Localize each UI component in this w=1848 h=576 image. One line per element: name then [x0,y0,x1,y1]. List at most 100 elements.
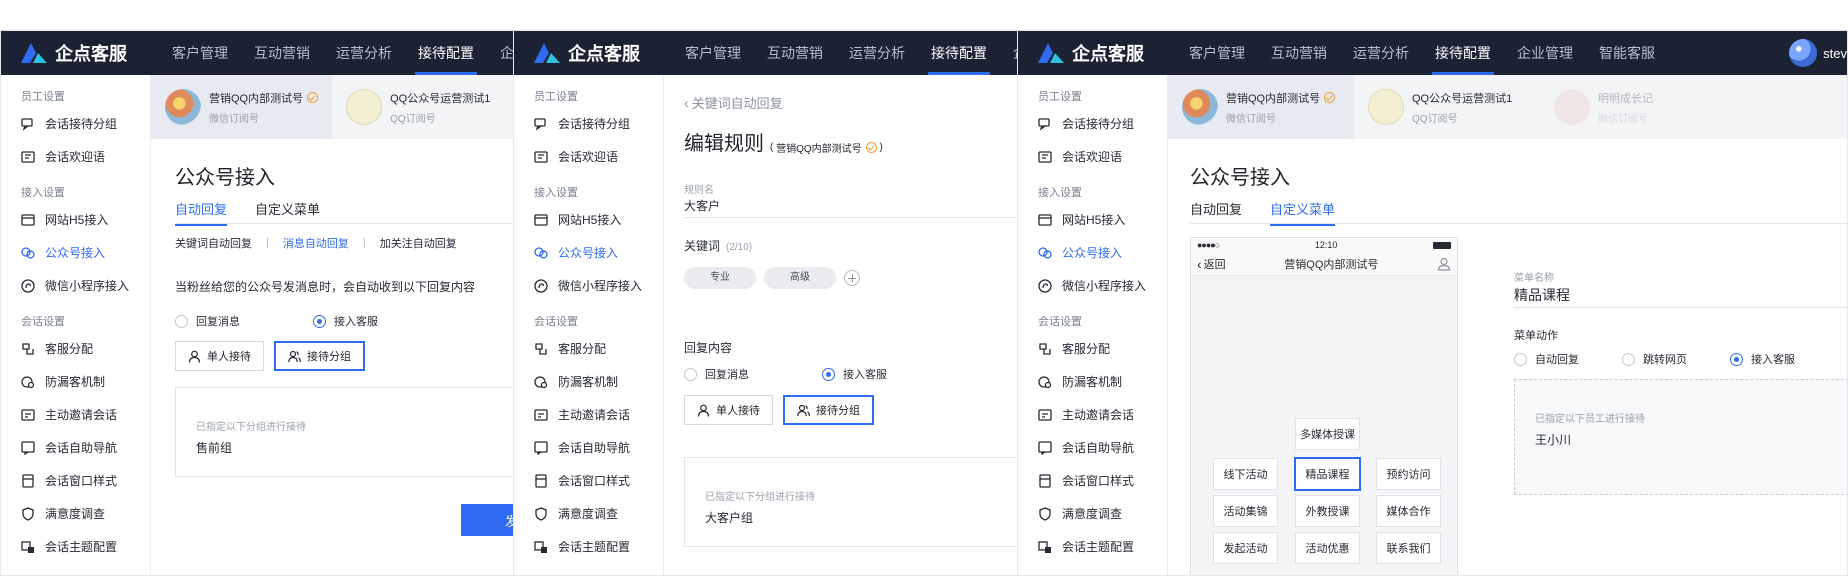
submenu-item-selected[interactable]: 精品课程 [1294,457,1361,491]
sidebar-item-self-navigation[interactable]: 会话自助导航 [1,431,150,464]
assigned-staff-box[interactable]: 已指定以下员工进行接待 王小川 [1514,379,1847,495]
sidebar-item-reception-group[interactable]: 会话接待分组 [1,107,150,140]
sidebar-item-welcome[interactable]: 会话欢迎语 [1018,140,1167,173]
single-reception-button[interactable]: 单人接待 [175,341,264,371]
radio-connect-agent[interactable]: 接入客服 [822,366,887,382]
single-reception-button[interactable]: 单人接待 [684,395,773,425]
brand-logo[interactable]: 企点客服 [1,40,159,66]
nav-reception-config[interactable]: 接待配置 [918,31,1000,75]
back-link[interactable]: ‹ 关键词自动回复 [684,93,783,112]
sidebar-item-h5-access[interactable]: 网站H5接入 [1,203,150,236]
main-menu-item[interactable]: 发起活动 [1213,532,1278,564]
keyword-tag[interactable]: 高级 [764,267,836,289]
submenu-item[interactable]: 预约访问 [1376,458,1441,490]
account-item[interactable]: 营销QQ内部测试号 微信订阅号 [1168,75,1354,139]
publish-button[interactable]: 发 [461,504,513,536]
sidebar-item-welcome[interactable]: 会话欢迎语 [514,140,663,173]
sidebar-item-satisfaction-survey[interactable]: 满意度调查 [1018,497,1167,530]
radio-auto-reply[interactable]: 自动回复 [1514,351,1622,367]
nav-customer-management[interactable]: 客户管理 [159,31,241,75]
sidebar-item-agent-allocation[interactable]: 客服分配 [514,332,663,365]
sidebar-item-proactive-invite[interactable]: 主动邀请会话 [1,398,150,431]
sidebar-item-window-style[interactable]: 会话窗口样式 [514,464,663,497]
nav-enterprise-management[interactable]: 企业管理 [1000,31,1017,75]
nav-reception-config[interactable]: 接待配置 [1422,31,1504,75]
phone-back-button[interactable]: ‹ 返回 [1197,256,1226,272]
subtab-follow-reply[interactable]: 加关注自动回复 [380,235,457,251]
sidebar-item-h5-access[interactable]: 网站H5接入 [514,203,663,236]
nav-interactive-marketing[interactable]: 互动营销 [241,31,323,75]
account-item[interactable]: QQ公众号运营测试1 QQ订阅号 [1354,75,1540,139]
sidebar-item-self-navigation[interactable]: 会话自助导航 [1018,431,1167,464]
add-keyword-icon[interactable] [844,270,860,286]
nav-reception-config[interactable]: 接待配置 [405,31,487,75]
radio-connect-agent[interactable]: 接入客服 [1730,351,1795,367]
sidebar-item-proactive-invite[interactable]: 主动邀请会话 [1018,398,1167,431]
nav-enterprise-management[interactable]: 企业管理 [487,31,513,75]
menu-name-input[interactable]: 精品课程 [1514,285,1570,305]
user-menu[interactable]: stev [1789,31,1847,75]
sidebar-item-official-account[interactable]: 公众号接入 [514,236,663,269]
sidebar-item-satisfaction-survey[interactable]: 满意度调查 [514,497,663,530]
submenu-item[interactable]: 线下活动 [1213,458,1278,490]
assigned-group-box[interactable]: 已指定以下分组进行接待 大客户组 [684,457,1017,547]
tab-auto-reply[interactable]: 自动回复 [1190,199,1242,226]
sidebar-item-leak-prevention[interactable]: 防漏客机制 [1,365,150,398]
account-item[interactable]: 明明成长记 微信订阅号 [1540,75,1726,139]
sidebar-item-mini-program[interactable]: 微信小程序接入 [1018,269,1167,302]
sidebar-item-session-theme[interactable]: 会话主题配置 [1018,530,1167,563]
nav-intelligent-service[interactable]: 智能客服 [1586,31,1668,75]
nav-interactive-marketing[interactable]: 互动营销 [754,31,836,75]
radio-connect-agent[interactable]: 接入客服 [313,313,378,329]
brand-logo[interactable]: 企点客服 [514,40,672,66]
radio-reply-message[interactable]: 回复消息 [175,313,313,329]
sidebar-item-official-account[interactable]: 公众号接入 [1,236,150,269]
sidebar-item-satisfaction-survey[interactable]: 满意度调查 [1,497,150,530]
nav-operation-analysis[interactable]: 运营分析 [323,31,405,75]
submenu-item[interactable]: 外教授课 [1295,495,1360,527]
radio-jump-web[interactable]: 跳转网页 [1622,351,1730,367]
subtab-keyword-reply[interactable]: 关键词自动回复 [175,235,252,251]
sidebar-item-mini-program[interactable]: 微信小程序接入 [514,269,663,302]
main-menu-item[interactable]: 联系我们 [1376,532,1441,564]
submenu-item[interactable]: 多媒体授课 [1295,418,1360,450]
nav-enterprise-management[interactable]: 企业管理 [1504,31,1586,75]
sidebar-item-proactive-invite[interactable]: 主动邀请会话 [514,398,663,431]
radio-reply-message[interactable]: 回复消息 [684,366,822,382]
sidebar-item-window-style[interactable]: 会话窗口样式 [1018,464,1167,497]
group-reception-button[interactable]: 接待分组 [783,395,874,425]
tab-auto-reply[interactable]: 自动回复 [175,199,228,226]
brand-logo[interactable]: 企点客服 [1018,40,1176,66]
assigned-group-box[interactable]: 已指定以下分组进行接待 售前组 [175,387,513,477]
sidebar-item-leak-prevention[interactable]: 防漏客机制 [1018,365,1167,398]
nav-customer-management[interactable]: 客户管理 [672,31,754,75]
sidebar-item-reception-group[interactable]: 会话接待分组 [1018,107,1167,140]
nav-operation-analysis[interactable]: 运营分析 [836,31,918,75]
sidebar-item-self-navigation[interactable]: 会话自助导航 [514,431,663,464]
sidebar-item-window-style[interactable]: 会话窗口样式 [1,464,150,497]
sidebar-item-h5-access[interactable]: 网站H5接入 [1018,203,1167,236]
nav-interactive-marketing[interactable]: 互动营销 [1258,31,1340,75]
sidebar-item-reception-group[interactable]: 会话接待分组 [514,107,663,140]
nav-customer-management[interactable]: 客户管理 [1176,31,1258,75]
submenu-item[interactable]: 活动集锦 [1213,495,1278,527]
tab-custom-menu[interactable]: 自定义菜单 [255,199,320,226]
main-menu-item[interactable]: 活动优惠 [1295,532,1360,564]
user-icon[interactable] [1437,257,1451,271]
account-item[interactable]: 营销QQ内部测试号 微信订阅号 [151,75,333,139]
sidebar-item-agent-allocation[interactable]: 客服分配 [1,332,150,365]
sidebar-item-leak-prevention[interactable]: 防漏客机制 [514,365,663,398]
rule-name-input[interactable]: 大客户 [684,197,720,214]
sidebar-item-session-theme[interactable]: 会话主题配置 [1,530,150,563]
sidebar-item-official-account[interactable]: 公众号接入 [1018,236,1167,269]
nav-operation-analysis[interactable]: 运营分析 [1340,31,1422,75]
sidebar-item-welcome[interactable]: 会话欢迎语 [1,140,150,173]
group-reception-button[interactable]: 接待分组 [274,341,365,371]
subtab-message-reply[interactable]: 消息自动回复 [283,235,349,251]
submenu-item[interactable]: 媒体合作 [1376,495,1441,527]
sidebar-item-mini-program[interactable]: 微信小程序接入 [1,269,150,302]
sidebar-item-session-theme[interactable]: 会话主题配置 [514,530,663,563]
keyword-tag[interactable]: 专业 [684,267,756,289]
sidebar-item-agent-allocation[interactable]: 客服分配 [1018,332,1167,365]
account-item[interactable]: QQ公众号运营测试1 QQ订阅号 [332,75,513,139]
